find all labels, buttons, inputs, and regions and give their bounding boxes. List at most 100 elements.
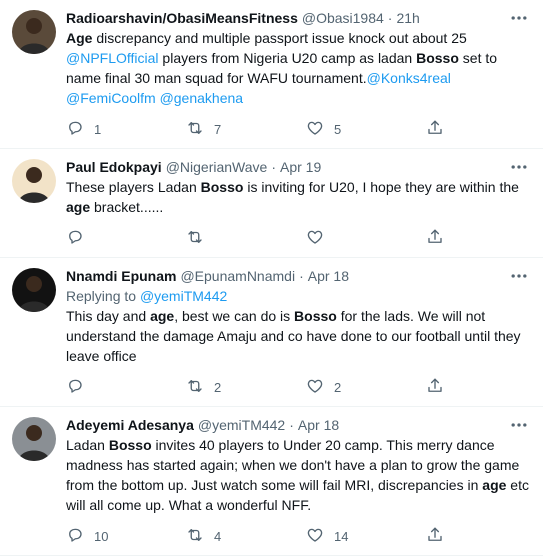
retweet-count: 7 xyxy=(214,121,222,137)
retweet-button[interactable]: 4 xyxy=(186,526,306,547)
share-icon xyxy=(426,119,444,140)
tweet-text-run: Ladan xyxy=(66,437,109,453)
display-name[interactable]: Paul Edokpayi xyxy=(66,157,162,177)
display-name[interactable]: Radioarshavin/ObasiMeansFitness xyxy=(66,8,298,28)
retweet-count: 2 xyxy=(214,379,222,395)
tweet-text-run: These players Ladan xyxy=(66,179,201,195)
like-button[interactable]: 2 xyxy=(306,377,426,398)
retweet-button[interactable]: 7 xyxy=(186,119,306,140)
tweet-feed: Radioarshavin/ObasiMeansFitness @Obasi19… xyxy=(0,0,543,556)
display-name[interactable]: Nnamdi Epunam xyxy=(66,266,176,286)
tweet[interactable]: Radioarshavin/ObasiMeansFitness @Obasi19… xyxy=(0,0,543,149)
mention-link[interactable]: @FemiCoolfm xyxy=(66,90,156,106)
tweet[interactable]: Paul Edokpayi @NigerianWave · Apr 19 The… xyxy=(0,149,543,258)
tweet-text-run: , best we can do is xyxy=(174,308,295,324)
tweet-text-run: is inviting for U20, I hope they are wit… xyxy=(243,179,519,195)
tweet-text-run: This day and xyxy=(66,308,151,324)
replying-to-label: Replying to xyxy=(66,288,140,304)
reply-count: 1 xyxy=(94,121,102,137)
share-icon xyxy=(426,228,444,249)
highlight-keyword: Bosso xyxy=(108,437,152,453)
timestamp[interactable]: Apr 18 xyxy=(298,415,339,435)
user-handle[interactable]: @yemiTM442 xyxy=(198,415,285,435)
highlight-keyword: Age xyxy=(66,30,93,46)
highlight-keyword: Bosso xyxy=(416,50,459,66)
more-icon[interactable] xyxy=(509,8,529,28)
reply-count: 10 xyxy=(94,528,109,544)
mention-link[interactable]: @genakhena xyxy=(160,90,244,106)
highlight-keyword: age xyxy=(482,477,507,493)
share-button[interactable] xyxy=(426,526,444,547)
avatar[interactable] xyxy=(12,159,56,203)
reply-button[interactable] xyxy=(66,228,186,249)
retweet-button[interactable]: 2 xyxy=(186,377,306,398)
display-name[interactable]: Adeyemi Adesanya xyxy=(66,415,194,435)
more-icon[interactable] xyxy=(509,157,529,177)
tweet-header: Nnamdi Epunam @EpunamNnamdi · Apr 18 xyxy=(66,266,531,286)
tweet-actions: 1 7 5 xyxy=(66,112,531,148)
separator-dot: · xyxy=(271,159,276,175)
highlight-keyword: age xyxy=(150,308,175,324)
separator-dot: · xyxy=(289,417,294,433)
tweet-actions: 2 2 xyxy=(66,370,531,406)
highlight-keyword: Bosso xyxy=(200,179,244,195)
like-button[interactable]: 14 xyxy=(306,526,426,547)
tweet-header: Adeyemi Adesanya @yemiTM442 · Apr 18 xyxy=(66,415,531,435)
timestamp[interactable]: Apr 19 xyxy=(280,157,321,177)
retweet-icon xyxy=(186,228,204,249)
heart-icon xyxy=(306,526,324,547)
timestamp[interactable]: Apr 18 xyxy=(308,266,349,286)
tweet-text-run: bracket...... xyxy=(90,199,164,215)
separator-dot: · xyxy=(387,10,393,26)
reply-icon xyxy=(66,228,84,249)
reply-button[interactable]: 1 xyxy=(66,119,186,140)
reply-button[interactable]: 10 xyxy=(66,526,186,547)
like-count: 14 xyxy=(334,528,349,544)
retweet-count: 4 xyxy=(214,528,222,544)
tweet-text: Age discrepancy and multiple passport is… xyxy=(66,28,531,108)
share-icon xyxy=(426,377,444,398)
retweet-button[interactable] xyxy=(186,228,306,249)
retweet-icon xyxy=(186,526,204,547)
share-button[interactable] xyxy=(426,228,444,249)
reply-icon xyxy=(66,119,84,140)
tweet-text-run: players from Nigeria U20 camp as ladan xyxy=(158,50,417,66)
mention-link[interactable]: @Konks4real xyxy=(367,70,451,86)
share-icon xyxy=(426,526,444,547)
more-icon[interactable] xyxy=(509,266,529,286)
user-handle[interactable]: @Obasi1984 xyxy=(302,8,384,28)
tweet[interactable]: Adeyemi Adesanya @yemiTM442 · Apr 18 Lad… xyxy=(0,407,543,556)
like-button[interactable]: 5 xyxy=(306,119,426,140)
mention-link[interactable]: @yemiTM442 xyxy=(140,288,227,304)
reply-icon xyxy=(66,377,84,398)
user-handle[interactable]: @EpunamNnamdi xyxy=(180,266,295,286)
avatar[interactable] xyxy=(12,10,56,54)
tweet-header: Paul Edokpayi @NigerianWave · Apr 19 xyxy=(66,157,531,177)
retweet-icon xyxy=(186,377,204,398)
like-count: 5 xyxy=(334,121,342,137)
tweet[interactable]: Nnamdi Epunam @EpunamNnamdi · Apr 18 Rep… xyxy=(0,258,543,407)
more-icon[interactable] xyxy=(509,415,529,435)
like-count: 2 xyxy=(334,379,342,395)
tweet-text-run: discrepancy and multiple passport issue … xyxy=(92,30,467,46)
timestamp[interactable]: 21h xyxy=(396,8,419,28)
avatar[interactable] xyxy=(12,268,56,312)
tweet-text: Ladan Bosso invites 40 players to Under … xyxy=(66,435,531,515)
highlight-keyword: Bosso xyxy=(294,308,337,324)
retweet-icon xyxy=(186,119,204,140)
share-button[interactable] xyxy=(426,377,444,398)
tweet-actions xyxy=(66,221,531,257)
share-button[interactable] xyxy=(426,119,444,140)
tweet-actions: 10 4 14 xyxy=(66,519,531,555)
mention-link[interactable]: @NPFLOfficial xyxy=(66,50,159,66)
highlight-keyword: age xyxy=(66,199,91,215)
avatar[interactable] xyxy=(12,417,56,461)
reply-button[interactable] xyxy=(66,377,186,398)
heart-icon xyxy=(306,228,324,249)
separator-dot: · xyxy=(299,268,304,284)
heart-icon xyxy=(306,119,324,140)
tweet-text: This day and age, best we can do is Boss… xyxy=(66,306,531,366)
replying-to: Replying to @yemiTM442 xyxy=(66,286,531,306)
like-button[interactable] xyxy=(306,228,426,249)
user-handle[interactable]: @NigerianWave xyxy=(166,157,268,177)
